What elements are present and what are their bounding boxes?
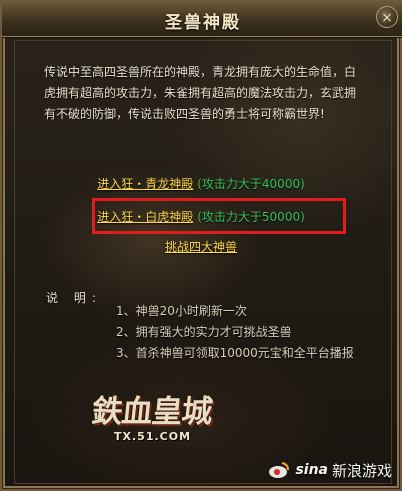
enter-baihu-link[interactable]: 进入狂・白虎神殿 <box>97 210 193 224</box>
logo-name: 鉄血皇城 <box>89 394 214 430</box>
enter-qinglong-link[interactable]: 进入狂・青龙神殿 <box>97 177 193 191</box>
intro-text: 传说中至高四圣兽所在的神殿，青龙拥有庞大的生命值，白虎拥有超高的攻击力，朱雀拥有… <box>44 65 357 121</box>
title-bar[interactable]: 圣兽神殿 × <box>2 2 402 37</box>
sina-watermark: sina 新浪游戏 <box>267 456 392 484</box>
notes-label: 说 明: <box>46 291 102 305</box>
note-item: 3、首杀神兽可领取10000元宝和全平台播报 <box>116 346 354 360</box>
challenge-row: 挑战四大神兽 <box>0 238 402 255</box>
challenge-four-beasts-link[interactable]: 挑战四大神兽 <box>165 240 237 254</box>
sina-brand: sina <box>295 462 328 478</box>
notes-list: 1、神兽20小时刷新一次 2、拥有强大的实力才可挑战圣兽 3、首杀神兽可领取10… <box>116 301 354 364</box>
window-title: 圣兽神殿 <box>165 13 241 33</box>
sina-eye-icon <box>269 462 290 478</box>
baihu-attack-note: (攻击力大于50000) <box>197 210 305 224</box>
sina-games-text: 新浪游戏 <box>331 461 392 480</box>
note-item: 1、神兽20小时刷新一次 <box>116 304 247 318</box>
note-item: 2、拥有强大的实力才可挑战圣兽 <box>116 325 292 339</box>
qinglong-row: 进入狂・青龙神殿 (攻击力大于40000) <box>0 175 402 192</box>
game-logo: 鉄血皇城 TX.51.COM <box>89 386 216 456</box>
baihu-row: 进入狂・白虎神殿 (攻击力大于50000) <box>0 208 402 225</box>
logo-url: TX.51.COM <box>114 430 192 443</box>
qinglong-attack-note: (攻击力大于40000) <box>197 177 305 191</box>
close-icon[interactable]: × <box>376 6 398 28</box>
